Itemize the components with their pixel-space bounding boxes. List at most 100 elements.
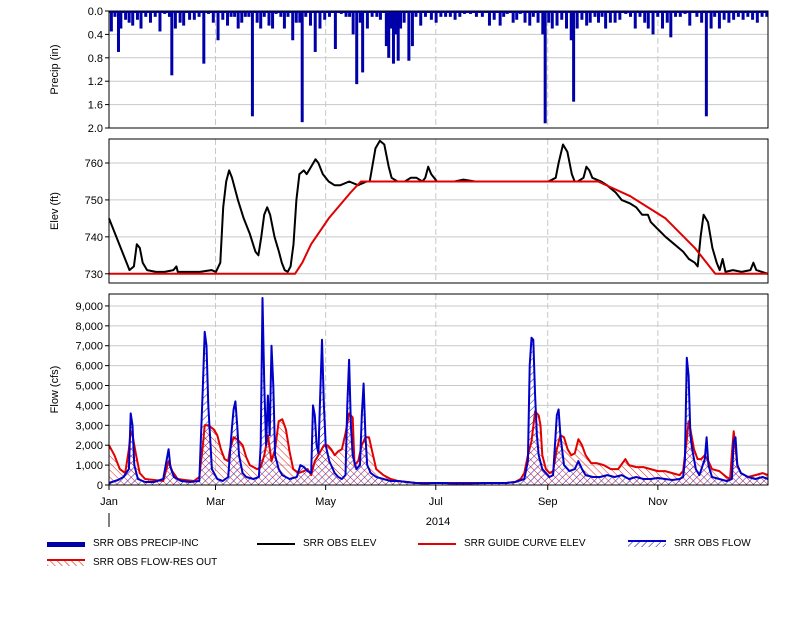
precip-ytick-label: 0.4 — [88, 29, 103, 41]
precip-bar — [643, 11, 647, 23]
precip-bar — [633, 11, 637, 29]
precip-bar — [113, 11, 117, 17]
precip-bar — [279, 11, 283, 17]
precip-bar — [243, 11, 247, 17]
precip-bar — [536, 11, 540, 23]
precip-bar — [746, 11, 750, 17]
precip-plot-area — [109, 11, 768, 128]
x-axis: Jan Mar May Jul Sep Nov 2014 — [100, 485, 668, 528]
legend-item-flow-res-out: SRR OBS FLOW-RES OUT — [47, 557, 217, 568]
precip-bar — [236, 11, 240, 29]
flow-ytick-label: 0 — [97, 480, 103, 492]
precip-bar — [547, 11, 551, 23]
precip-bar — [608, 11, 612, 23]
legend-swatch-flow — [628, 539, 666, 549]
precip-bar — [182, 11, 186, 26]
precip-bar — [434, 11, 438, 23]
precip-bar — [348, 11, 352, 17]
xtick-label: May — [315, 496, 336, 508]
precip-bar — [704, 11, 708, 117]
precip-bar — [511, 11, 515, 23]
precip-bar — [148, 11, 152, 23]
precip-bar — [135, 11, 139, 20]
elevation-panel: 730 740 750 760 Elev (ft) — [49, 138, 769, 284]
precip-bar — [555, 11, 559, 26]
precip-bar — [439, 11, 443, 17]
precip-bar — [661, 11, 665, 29]
precip-bar — [453, 11, 457, 20]
precip-bar — [202, 11, 206, 64]
precip-bar — [259, 11, 263, 29]
legend-label-elev: SRR OBS ELEV — [303, 538, 377, 549]
precip-bar — [492, 11, 496, 20]
precip-bar — [760, 11, 764, 17]
flow-ytick-label: 5,000 — [75, 381, 103, 393]
precip-bar — [271, 11, 275, 29]
precip-bar — [250, 11, 254, 117]
precip-bar — [523, 11, 527, 23]
precip-bar — [211, 11, 215, 23]
precip-bar — [474, 11, 478, 17]
precip-bar — [600, 11, 604, 17]
precip-bar — [656, 11, 660, 17]
precip-bar — [173, 11, 177, 29]
precip-bar — [585, 11, 589, 26]
precip-bar — [638, 11, 642, 17]
legend-item-precip: SRR OBS PRECIP-INC — [47, 538, 199, 549]
precip-bar — [197, 11, 201, 17]
precip-bar — [355, 11, 359, 85]
precip-bar — [131, 11, 135, 26]
elev-ytick-label: 760 — [85, 158, 103, 170]
legend-label-flow-res-out: SRR OBS FLOW-RES OUT — [93, 557, 218, 568]
legend-swatch-guide-curve — [418, 539, 456, 549]
precip-bar — [188, 11, 192, 20]
precip-bar — [515, 11, 519, 20]
precip-bar — [144, 11, 148, 17]
xtick-label: Jul — [429, 496, 443, 508]
legend-label-guide-curve: SRR GUIDE CURVE ELEV — [464, 538, 586, 549]
precip-bar — [300, 11, 304, 123]
flow-ytick-label: 8,000 — [75, 321, 103, 333]
precip-ytick-label: 2.0 — [88, 123, 103, 135]
elev-ytick-label: 740 — [85, 232, 103, 244]
elev-ytick-label: 750 — [85, 195, 103, 207]
xaxis-year-label: 2014 — [426, 516, 450, 528]
precip-bar — [139, 11, 143, 29]
precip-bar — [216, 11, 220, 41]
precip-bar — [613, 11, 617, 23]
precip-bar — [344, 11, 348, 17]
precip-bar — [313, 11, 317, 52]
precip-bar — [423, 11, 427, 17]
precip-bar — [528, 11, 532, 26]
precip-bar — [124, 11, 128, 20]
precip-ytick-label: 1.2 — [88, 76, 103, 88]
precip-bar — [629, 11, 633, 17]
precip-bar — [414, 11, 418, 17]
legend: SRR OBS PRECIP-INC SRR OBS ELEV SRR GUID… — [0, 532, 800, 582]
precip-bar — [282, 11, 286, 29]
xtick-label: Sep — [538, 496, 558, 508]
precip-ytick-label: 1.6 — [88, 100, 103, 112]
precip-bar — [597, 11, 601, 23]
precip-bar — [674, 11, 678, 17]
precip-bar — [732, 11, 736, 20]
precip-bar — [262, 11, 266, 17]
precip-bar — [255, 11, 259, 23]
precip-bar — [709, 11, 713, 29]
precip-ylabel: Precip (in) — [49, 44, 61, 94]
precip-bar — [678, 11, 682, 17]
precip-bar — [713, 11, 717, 17]
xtick-label: Mar — [206, 496, 225, 508]
precip-bar — [588, 11, 592, 23]
legend-swatch-precip — [47, 539, 85, 549]
precip-bar — [604, 11, 608, 29]
flow-ylabel: Flow (cfs) — [49, 366, 61, 414]
precip-ytick-label: 0.8 — [88, 53, 103, 65]
precip-bar — [304, 11, 308, 17]
precip-bar — [575, 11, 579, 29]
precip-bar — [531, 11, 535, 17]
precip-bar — [572, 11, 576, 102]
precip-bar — [560, 11, 564, 20]
xtick-label: Jan — [100, 496, 118, 508]
precip-bar — [480, 11, 484, 17]
